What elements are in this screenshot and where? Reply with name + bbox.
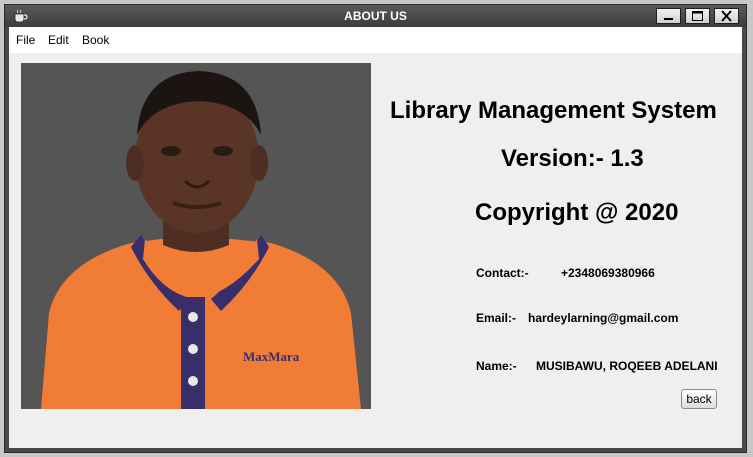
profile-photo: MaxMara [21, 63, 371, 409]
app-name-heading: Library Management System [390, 97, 717, 124]
minimize-button[interactable] [656, 8, 681, 24]
name-value: MUSIBAWU, ROQEEB ADELANI [536, 359, 718, 373]
email-value: hardeylarning@gmail.com [528, 311, 679, 325]
menu-edit[interactable]: Edit [48, 33, 69, 47]
shirt-logo: MaxMara [243, 349, 300, 364]
menu-book[interactable]: Book [82, 33, 109, 47]
close-button[interactable] [714, 8, 739, 24]
portrait-image: MaxMara [21, 63, 371, 409]
email-label: Email:- [476, 311, 517, 325]
menu-file[interactable]: File [16, 33, 35, 47]
contact-value: +2348069380966 [561, 266, 655, 280]
maximize-icon [692, 11, 703, 21]
menu-bar: File Edit Book [9, 27, 742, 53]
about-window: ABOUT US File Edit Book MaxMara Library … [4, 4, 747, 453]
version-heading: Version:- 1.3 [501, 145, 644, 172]
minimize-icon [664, 18, 673, 20]
copyright-heading: Copyright @ 2020 [475, 199, 679, 226]
close-icon [721, 10, 732, 22]
contact-label: Contact:- [476, 266, 529, 280]
back-button[interactable]: back [681, 389, 717, 409]
maximize-button[interactable] [685, 8, 710, 24]
window-title: ABOUT US [344, 9, 407, 23]
title-bar[interactable]: ABOUT US [5, 5, 746, 27]
name-label: Name:- [476, 359, 517, 373]
client-area: File Edit Book MaxMara Library Managemen… [9, 27, 742, 448]
